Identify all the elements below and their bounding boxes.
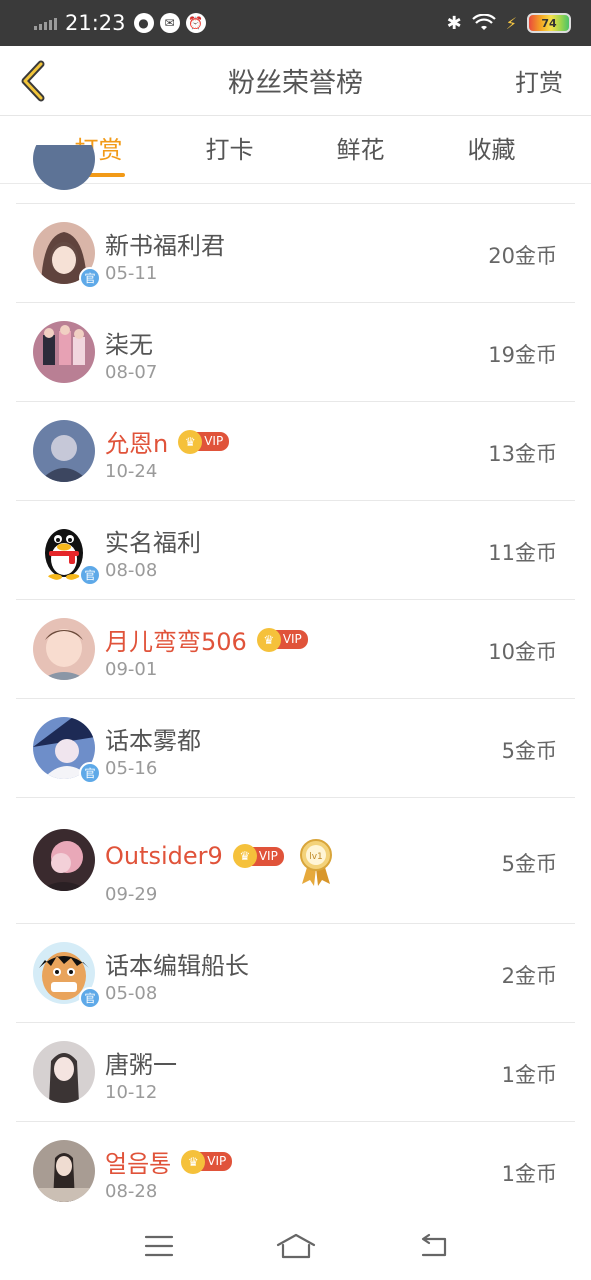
signal-icon bbox=[34, 16, 57, 30]
charging-icon: ⚡ bbox=[505, 13, 517, 33]
tab-checkin[interactable]: 打卡 bbox=[164, 116, 295, 183]
tip-amount: 19金币 bbox=[488, 343, 557, 367]
system-nav-bar bbox=[0, 1212, 591, 1280]
user-name-text: 允恩n bbox=[105, 430, 169, 458]
avatar[interactable] bbox=[33, 420, 95, 482]
tip-amount: 1金币 bbox=[501, 1063, 557, 1087]
tip-date: 09-01 bbox=[105, 659, 158, 680]
message-icon: ✉ bbox=[159, 13, 180, 33]
crown-icon: ♛ bbox=[181, 1149, 206, 1174]
vip-badge: ♛ VIP bbox=[256, 627, 308, 652]
list-item[interactable]: 唐粥一 10-12 1金币 bbox=[16, 1023, 575, 1122]
vip-badge: ♛ VIP bbox=[181, 1149, 233, 1174]
home-icon bbox=[276, 1233, 315, 1259]
official-badge: 官 bbox=[79, 987, 101, 1009]
status-bar: 21:23 ● ✉ ⏰ ✱ ⚡ 74 bbox=[0, 0, 591, 46]
fan-ranking-list: 官 新书福利君 05-11 20金币 柒无 08-07 19金币 允恩n ♛ V… bbox=[0, 145, 591, 1221]
tip-amount: 10金币 bbox=[488, 640, 557, 664]
medal-level: lv1 bbox=[309, 852, 323, 862]
crown-icon: ♛ bbox=[256, 627, 281, 652]
user-name[interactable]: 实名福利 bbox=[105, 523, 201, 558]
user-name[interactable]: 话本编辑船长 bbox=[105, 946, 249, 981]
back-nav-button[interactable] bbox=[413, 1231, 453, 1261]
user-name-text: 얼음통 bbox=[105, 1150, 172, 1178]
avatar[interactable] bbox=[33, 321, 95, 383]
tip-date: 10-12 bbox=[105, 1082, 158, 1103]
wifi-icon bbox=[472, 14, 496, 30]
level-medal-icon: lv1 bbox=[298, 838, 334, 886]
list-item[interactable]: 官 话本编辑船长 05-08 2金币 bbox=[16, 924, 575, 1023]
vip-badge: ♛ VIP bbox=[178, 429, 230, 454]
tip-amount: 2金币 bbox=[501, 964, 557, 988]
battery-level: 74 bbox=[541, 16, 557, 30]
user-name[interactable]: 唐粥一 bbox=[105, 1045, 177, 1080]
tip-date: 10-24 bbox=[105, 461, 158, 482]
tip-amount: 5金币 bbox=[501, 852, 557, 876]
official-badge: 官 bbox=[79, 564, 101, 586]
tip-date: 05-16 bbox=[105, 758, 158, 779]
list-item-partial[interactable] bbox=[16, 145, 575, 204]
menu-button[interactable] bbox=[139, 1231, 179, 1261]
page-title: 粉丝荣誉榜 bbox=[228, 68, 363, 99]
avatar[interactable] bbox=[33, 829, 95, 891]
user-name[interactable]: 柒无 bbox=[105, 325, 153, 360]
tip-amount: 20金币 bbox=[488, 244, 557, 268]
status-time: 21:23 bbox=[65, 11, 126, 35]
tip-date: 09-29 bbox=[105, 884, 158, 905]
user-name[interactable]: 话本雾都 bbox=[105, 721, 201, 756]
list-item[interactable]: 柒无 08-07 19金币 bbox=[16, 303, 575, 402]
official-badge: 官 bbox=[79, 267, 101, 289]
user-name[interactable]: 月儿弯弯506 ♛ VIP bbox=[105, 622, 308, 657]
crown-icon: ♛ bbox=[232, 844, 257, 868]
crown-icon: ♛ bbox=[178, 429, 203, 454]
battery-icon: 74 bbox=[527, 13, 571, 33]
vip-badge: ♛ VIP bbox=[232, 844, 284, 868]
list-item[interactable]: 月儿弯弯506 ♛ VIP 09-01 10金币 bbox=[16, 600, 575, 699]
tab-flowers[interactable]: 鲜花 bbox=[295, 116, 426, 183]
tip-button[interactable]: 打赏 bbox=[515, 63, 563, 98]
tip-date: 08-07 bbox=[105, 362, 158, 383]
tip-date: 08-08 bbox=[105, 560, 158, 581]
avatar[interactable] bbox=[33, 1041, 95, 1103]
user-name-text: 月儿弯弯506 bbox=[105, 628, 247, 656]
tab-favorites[interactable]: 收藏 bbox=[426, 116, 557, 183]
official-badge: 官 bbox=[79, 762, 101, 784]
tip-date: 05-11 bbox=[105, 263, 158, 284]
tip-amount: 11金币 bbox=[488, 541, 557, 565]
avatar bbox=[33, 145, 95, 190]
tip-date: 08-28 bbox=[105, 1181, 158, 1202]
list-item[interactable]: Outsider9 ♛ VIP lv1 09-29 5金币 bbox=[16, 798, 575, 924]
menu-icon bbox=[144, 1235, 173, 1257]
alarm-icon: ⏰ bbox=[185, 13, 206, 33]
list-item[interactable]: 얼음통 ♛ VIP 08-28 1金币 bbox=[16, 1122, 575, 1221]
avatar[interactable] bbox=[33, 1140, 95, 1202]
tip-amount: 13金币 bbox=[488, 442, 557, 466]
list-item[interactable]: 官 实名福利 08-08 11金币 bbox=[16, 501, 575, 600]
user-name[interactable]: 얼음통 ♛ VIP bbox=[105, 1144, 233, 1179]
avatar[interactable] bbox=[33, 618, 95, 680]
user-name[interactable]: 允恩n ♛ VIP bbox=[105, 424, 230, 459]
list-item[interactable]: 官 新书福利君 05-11 20金币 bbox=[16, 204, 575, 303]
wechat-icon: ● bbox=[133, 13, 154, 33]
return-icon bbox=[421, 1233, 446, 1257]
tip-amount: 5金币 bbox=[501, 739, 557, 763]
bluetooth-icon: ✱ bbox=[446, 12, 462, 34]
user-name[interactable]: Outsider9 ♛ VIP lv1 bbox=[105, 832, 334, 886]
home-button[interactable] bbox=[276, 1231, 316, 1261]
chevron-left-icon bbox=[21, 60, 45, 102]
user-name[interactable]: 新书福利君 bbox=[105, 226, 225, 261]
tip-amount: 1金币 bbox=[501, 1162, 557, 1186]
list-item[interactable]: 官 话本雾都 05-16 5金币 bbox=[16, 699, 575, 798]
list-item[interactable]: 允恩n ♛ VIP 10-24 13金币 bbox=[16, 402, 575, 501]
nav-bar: 粉丝荣誉榜 打赏 bbox=[0, 46, 591, 116]
back-button[interactable] bbox=[14, 58, 50, 104]
tip-date: 05-08 bbox=[105, 983, 158, 1004]
user-name-text: Outsider9 bbox=[105, 842, 223, 870]
